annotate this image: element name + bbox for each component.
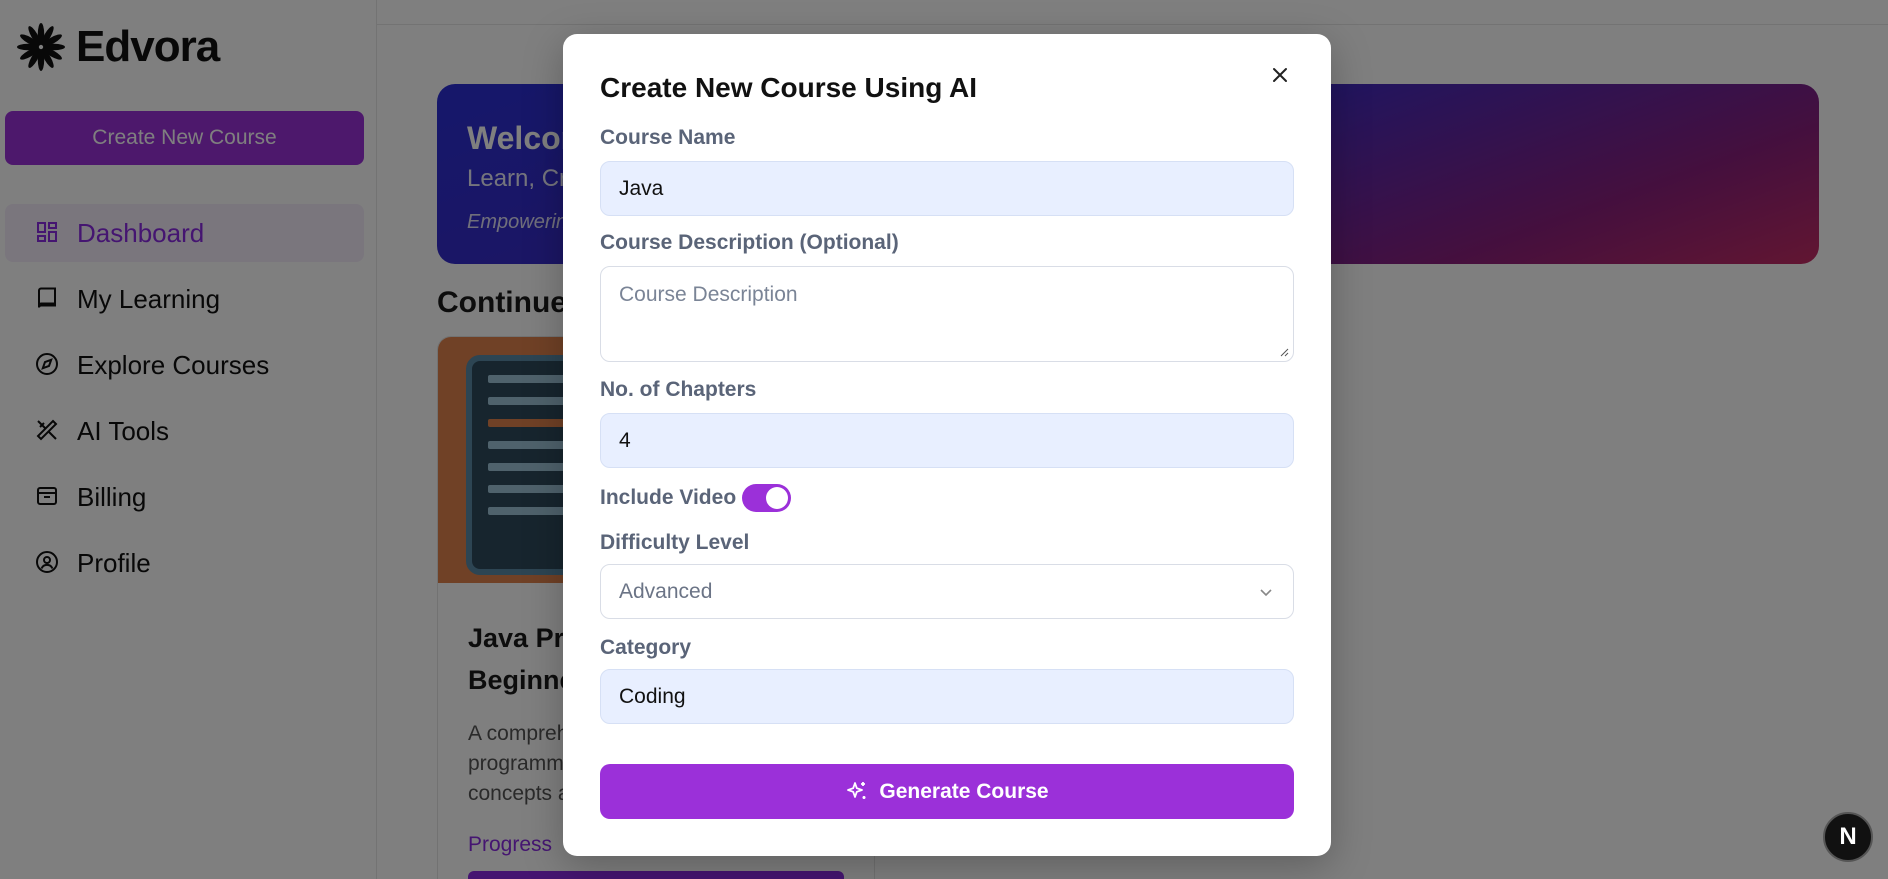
difficulty-select[interactable]: Advanced [600, 564, 1294, 619]
difficulty-value: Advanced [619, 579, 713, 603]
close-icon [1273, 68, 1287, 82]
category-label: Category [600, 636, 692, 659]
course-name-input[interactable]: Java [600, 161, 1294, 216]
chevron-down-icon [1260, 588, 1272, 596]
course-description-placeholder: Course Description [619, 283, 798, 306]
resize-grip-icon[interactable] [1279, 347, 1289, 357]
chapters-input[interactable]: 4 [600, 413, 1294, 468]
include-video-toggle[interactable] [742, 484, 792, 512]
course-description-label: Course Description (Optional) [600, 231, 899, 254]
course-description-textarea[interactable]: Course Description [600, 266, 1294, 362]
create-course-dialog: Create New Course Using AI Course Name J… [563, 34, 1331, 856]
difficulty-label: Difficulty Level [600, 531, 750, 554]
generate-course-button[interactable]: Generate Course [600, 764, 1294, 819]
category-input[interactable]: Coding [600, 669, 1294, 724]
sparkles-icon [847, 781, 866, 799]
next-dev-badge[interactable]: N [1823, 812, 1873, 862]
course-name-label: Course Name [600, 126, 736, 149]
include-video-row: Include Video [600, 484, 792, 512]
chapters-label: No. of Chapters [600, 378, 757, 401]
include-video-label: Include Video [600, 486, 737, 509]
generate-course-label: Generate Course [879, 779, 1049, 803]
dialog-title: Create New Course Using AI [600, 72, 978, 103]
close-button[interactable] [1265, 60, 1295, 90]
